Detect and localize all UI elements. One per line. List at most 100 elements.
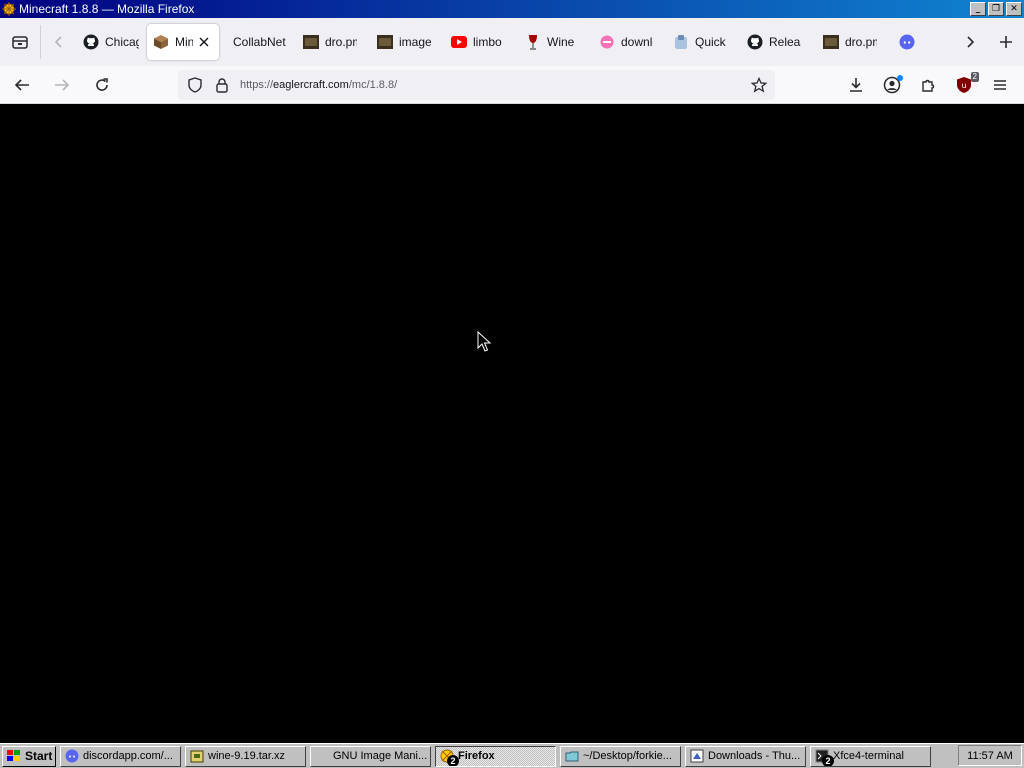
tab-label: image — [399, 35, 431, 49]
page-content-canvas[interactable] — [0, 105, 1024, 743]
window-count-badge: 2 — [447, 754, 459, 766]
puzzle-icon — [922, 79, 935, 92]
tab-label: Wine — [547, 35, 575, 49]
url-path: /mc/1.8.8/ — [348, 79, 398, 91]
ublock-origin-button[interactable]: u 2 — [946, 69, 982, 101]
tab-label: download — [621, 35, 653, 49]
tab-minecraft-active[interactable]: Minecraft — [147, 24, 219, 60]
filemanager-icon — [689, 748, 705, 764]
back-button[interactable] — [4, 69, 40, 101]
tab-discord[interactable]: D — [893, 24, 927, 60]
tab-dropm-2[interactable]: dro.pm — [817, 24, 891, 60]
tabs-scroll-left-button[interactable] — [41, 18, 77, 66]
navigation-toolbar: https://eaglercraft.com/mc/1.8.8/ u 2 — [0, 66, 1024, 104]
tab-wine[interactable]: Wine — [519, 24, 591, 60]
bookmark-star-icon[interactable] — [750, 76, 768, 96]
minimize-button[interactable]: _ — [970, 2, 986, 16]
firefox-view-icon — [12, 36, 28, 49]
tab-label: dro.pm — [325, 35, 357, 49]
start-label: Start — [25, 749, 53, 763]
tab-chicago[interactable]: Chicago — [77, 24, 145, 60]
ublock-count-badge: 2 — [970, 72, 979, 82]
task-firefox[interactable]: 2 Firefox — [435, 745, 556, 767]
youtube-icon — [451, 34, 467, 50]
github-icon — [83, 34, 99, 50]
url-text[interactable]: https://eaglercraft.com/mc/1.8.8/ — [240, 79, 397, 91]
pink-circle-icon — [599, 34, 615, 50]
forward-button[interactable] — [44, 69, 80, 101]
downloads-button[interactable] — [838, 69, 874, 101]
window-count-badge: 2 — [822, 754, 834, 766]
image-thumb-icon — [377, 34, 393, 50]
ublock-shield-icon: u — [957, 77, 971, 93]
tab-list: Chicago Minecraft CollabNet dro.pm image… — [77, 18, 952, 66]
clock-text: 11:57 AM — [967, 749, 1013, 762]
tab-collabnet[interactable]: CollabNet — [221, 24, 295, 60]
extensions-button[interactable] — [910, 69, 946, 101]
tab-label: dro.pm — [845, 35, 877, 49]
chevron-right-icon — [967, 36, 975, 48]
url-host: eaglercraft.com — [273, 79, 349, 91]
task-discordapp[interactable]: discordapp.com/... — [60, 745, 181, 767]
minecraft-icon — [153, 34, 169, 50]
tracking-protection-icon[interactable] — [180, 77, 210, 93]
task-terminal[interactable]: 2 Xfce4-terminal — [810, 745, 931, 767]
wine-icon — [525, 34, 541, 50]
notification-dot — [897, 75, 903, 81]
task-label: Downloads - Thu... — [708, 750, 801, 762]
taskbar: Start discordapp.com/... wine-9.19.tar.x… — [0, 743, 1024, 768]
download-icon — [850, 78, 862, 92]
window-title: Minecraft 1.8.8 — Mozilla Firefox — [19, 2, 195, 16]
tab-releases[interactable]: Releases — [741, 24, 815, 60]
tab-label: Releases — [769, 35, 801, 49]
tab-dropm[interactable]: dro.pm — [297, 24, 369, 60]
window-titlebar[interactable]: Minecraft 1.8.8 — Mozilla Firefox _ ❐ ✕ — [0, 0, 1024, 18]
chevron-left-icon — [54, 36, 62, 48]
reload-button[interactable] — [84, 69, 120, 101]
task-label: Firefox — [458, 750, 495, 762]
plus-icon — [1000, 36, 1012, 48]
github-icon — [747, 34, 763, 50]
tab-label: limbo — [473, 35, 502, 49]
image-thumb-icon — [823, 34, 839, 50]
package-icon — [673, 34, 689, 50]
hamburger-menu-icon — [994, 80, 1006, 90]
tab-download[interactable]: download — [593, 24, 665, 60]
app-icon — [1, 1, 17, 17]
firefox-view-button[interactable] — [0, 18, 40, 66]
task-label: discordapp.com/... — [83, 750, 173, 762]
discord-icon — [64, 748, 80, 764]
task-label: ~/Desktop/forkie... — [583, 750, 672, 762]
start-button[interactable]: Start — [2, 745, 56, 767]
tab-label: CollabNet — [233, 35, 286, 49]
tab-image[interactable]: image — [371, 24, 443, 60]
tabs-scroll-right-button[interactable] — [952, 18, 988, 66]
tab-limbo[interactable]: limbo — [445, 24, 517, 60]
tab-quick[interactable]: Quick — [667, 24, 739, 60]
svg-text:u: u — [961, 81, 966, 90]
tab-strip: Chicago Minecraft CollabNet dro.pm image… — [0, 18, 1024, 66]
lock-icon[interactable] — [210, 77, 234, 93]
discord-icon — [899, 34, 915, 50]
archive-icon — [189, 748, 205, 764]
image-thumb-icon — [303, 34, 319, 50]
task-desktop-folder[interactable]: ~/Desktop/forkie... — [560, 745, 681, 767]
task-gimp[interactable]: GNU Image Mani... — [310, 745, 431, 767]
url-bar[interactable]: https://eaglercraft.com/mc/1.8.8/ — [178, 70, 775, 100]
account-button[interactable] — [874, 69, 910, 101]
maximize-button[interactable]: ❐ — [988, 2, 1004, 16]
mouse-cursor-icon — [477, 331, 491, 352]
arrow-left-icon — [14, 78, 29, 91]
reload-icon — [96, 77, 108, 91]
tab-label: Chicago — [105, 35, 139, 49]
system-tray-clock[interactable]: 11:57 AM — [958, 745, 1022, 766]
close-tab-icon[interactable] — [197, 35, 211, 49]
task-label: Xfce4-terminal — [833, 750, 904, 762]
task-downloads-thunar[interactable]: Downloads - Thu... — [685, 745, 806, 767]
url-prefix: https:// — [240, 79, 274, 91]
task-wine-archive[interactable]: wine-9.19.tar.xz — [185, 745, 306, 767]
app-menu-button[interactable] — [982, 69, 1018, 101]
new-tab-button[interactable] — [988, 18, 1024, 66]
gimp-icon — [314, 748, 330, 764]
close-window-button[interactable]: ✕ — [1006, 2, 1022, 16]
